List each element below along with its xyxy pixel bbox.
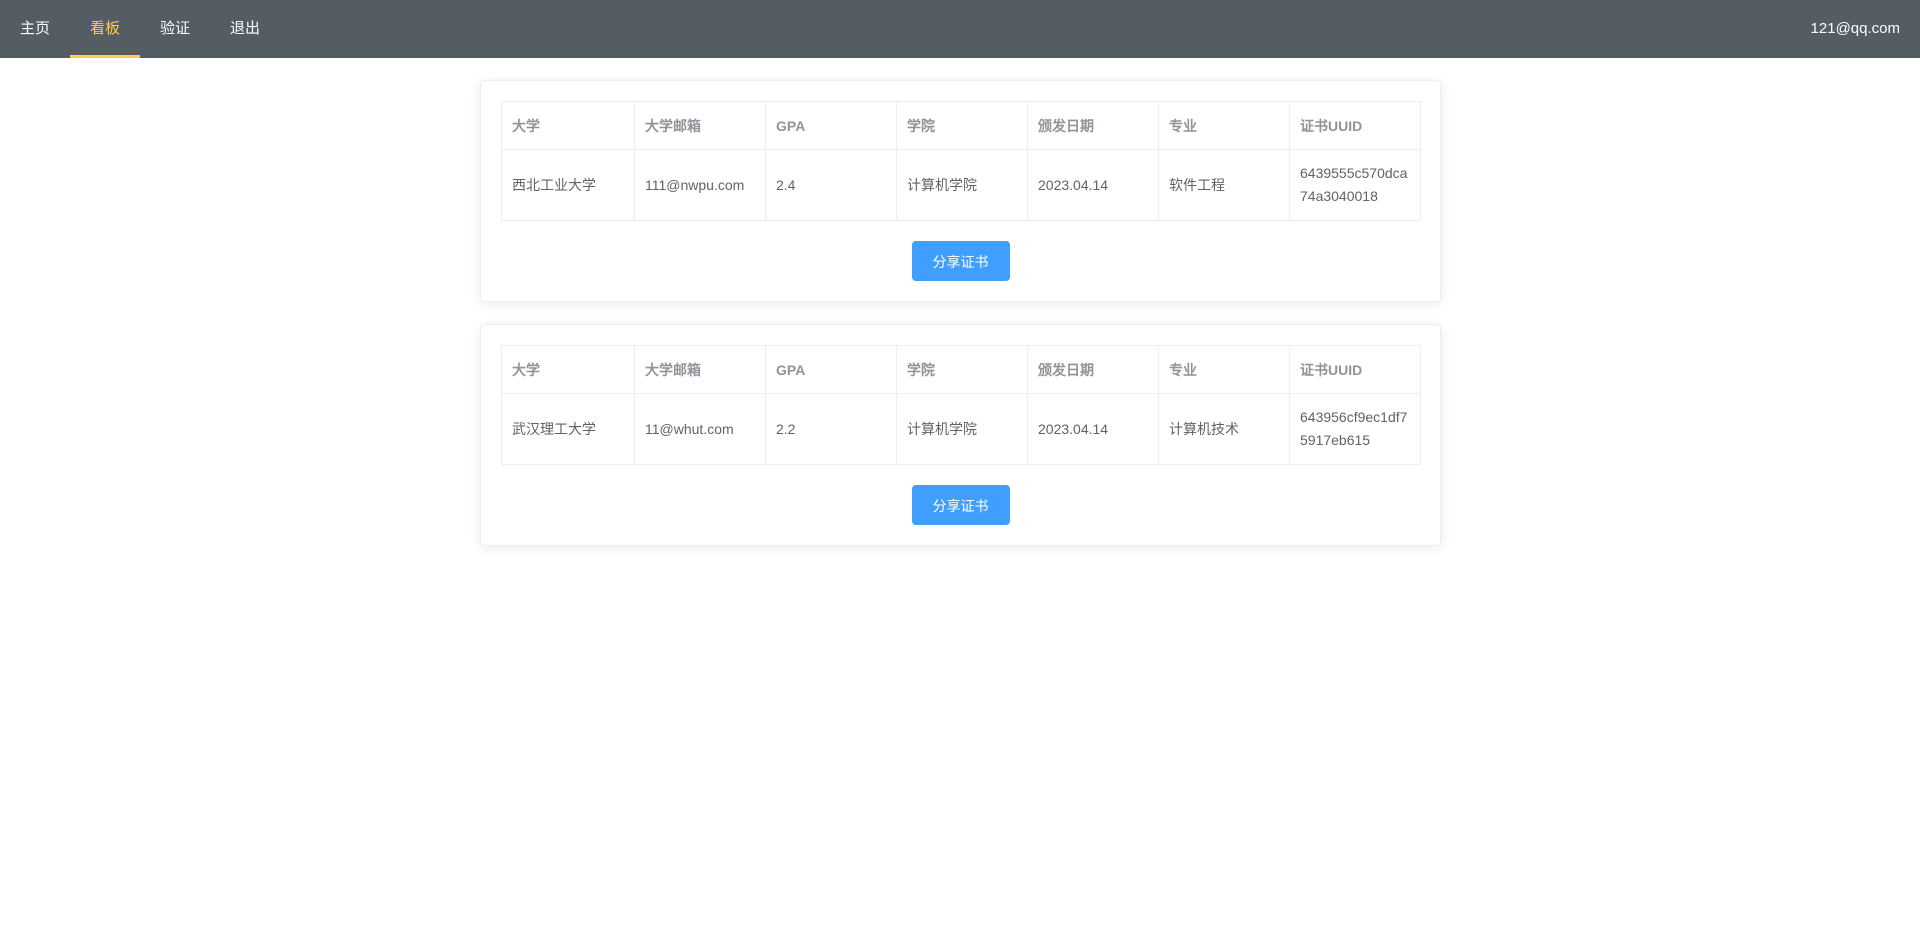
header-issue-date: 颁发日期: [1027, 345, 1159, 394]
table-header-row: 大学 大学邮箱 GPA 学院 颁发日期 专业 证书UUID: [501, 101, 1421, 150]
cell-email: 111@nwpu.com: [634, 149, 766, 221]
top-navbar: 主页 看板 验证 退出 121@qq.com: [0, 0, 1920, 58]
certificate-card: 大学 大学邮箱 GPA 学院 颁发日期 专业 证书UUID 武汉理工大学 11@…: [480, 324, 1441, 546]
cell-college: 计算机学院: [896, 149, 1028, 221]
nav-item-logout[interactable]: 退出: [210, 0, 280, 58]
certificate-table: 大学 大学邮箱 GPA 学院 颁发日期 专业 证书UUID 西北工业大学 111…: [501, 101, 1421, 221]
header-university: 大学: [501, 101, 635, 150]
header-uuid: 证书UUID: [1289, 345, 1421, 394]
cell-university: 西北工业大学: [501, 149, 635, 221]
share-certificate-button[interactable]: 分享证书: [911, 241, 1010, 281]
header-major: 专业: [1158, 101, 1290, 150]
header-gpa: GPA: [765, 345, 897, 394]
header-gpa: GPA: [765, 101, 897, 150]
header-issue-date: 颁发日期: [1027, 101, 1159, 150]
nav-item-home[interactable]: 主页: [0, 0, 70, 58]
certificate-card: 大学 大学邮箱 GPA 学院 颁发日期 专业 证书UUID 西北工业大学 111…: [480, 80, 1441, 302]
nav-menu: 主页 看板 验证 退出: [0, 0, 280, 58]
cell-gpa: 2.2: [765, 393, 897, 465]
certificate-table: 大学 大学邮箱 GPA 学院 颁发日期 专业 证书UUID 武汉理工大学 11@…: [501, 345, 1421, 465]
cell-uuid: 6439555c570dca74a3040018: [1289, 149, 1421, 221]
cell-college: 计算机学院: [896, 393, 1028, 465]
cell-university: 武汉理工大学: [501, 393, 635, 465]
cell-email: 11@whut.com: [634, 393, 766, 465]
header-major: 专业: [1158, 345, 1290, 394]
certificate-list: 大学 大学邮箱 GPA 学院 颁发日期 专业 证书UUID 西北工业大学 111…: [480, 80, 1441, 568]
share-certificate-button[interactable]: 分享证书: [911, 485, 1010, 525]
cell-major: 软件工程: [1158, 149, 1290, 221]
cell-uuid: 643956cf9ec1df75917eb615: [1289, 393, 1421, 465]
header-university: 大学: [501, 345, 635, 394]
user-email: 121@qq.com: [1810, 20, 1900, 37]
table-row: 西北工业大学 111@nwpu.com 2.4 计算机学院 2023.04.14…: [501, 149, 1421, 221]
button-row: 分享证书: [501, 485, 1420, 525]
header-college: 学院: [896, 101, 1028, 150]
cell-gpa: 2.4: [765, 149, 897, 221]
cell-major: 计算机技术: [1158, 393, 1290, 465]
cell-issue-date: 2023.04.14: [1027, 149, 1159, 221]
table-header-row: 大学 大学邮箱 GPA 学院 颁发日期 专业 证书UUID: [501, 345, 1421, 394]
header-email: 大学邮箱: [634, 101, 766, 150]
cell-issue-date: 2023.04.14: [1027, 393, 1159, 465]
header-uuid: 证书UUID: [1289, 101, 1421, 150]
nav-item-dashboard[interactable]: 看板: [70, 0, 141, 58]
nav-item-verify[interactable]: 验证: [140, 0, 210, 58]
table-row: 武汉理工大学 11@whut.com 2.2 计算机学院 2023.04.14 …: [501, 393, 1421, 465]
header-email: 大学邮箱: [634, 345, 766, 394]
button-row: 分享证书: [501, 241, 1420, 281]
header-college: 学院: [896, 345, 1028, 394]
